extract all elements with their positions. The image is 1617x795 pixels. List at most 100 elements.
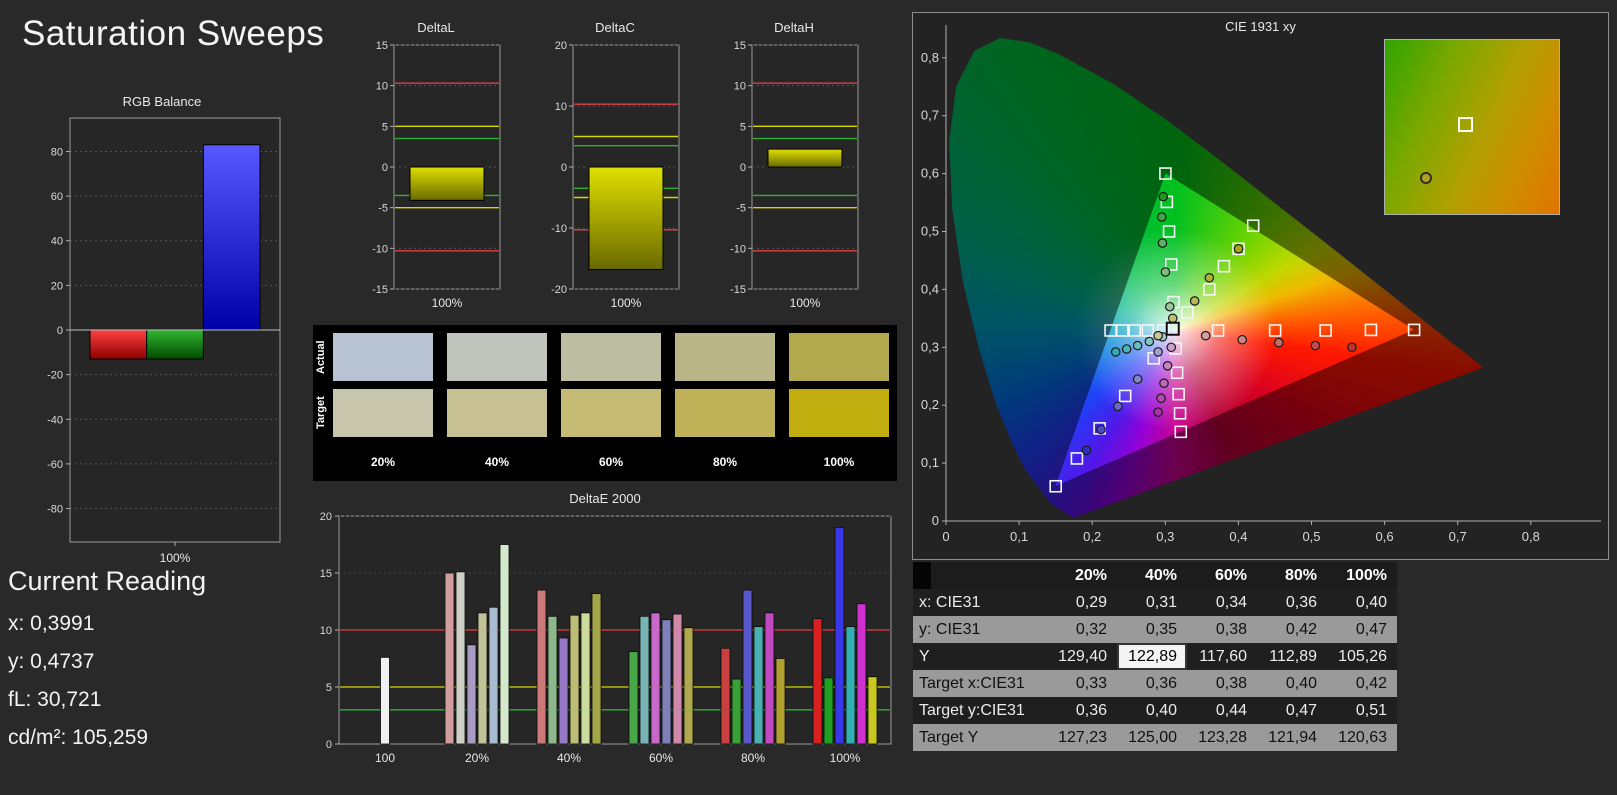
measured-point <box>1153 407 1163 417</box>
table-cell[interactable]: 0,36 <box>1117 670 1187 697</box>
table-cell[interactable]: 0,35 <box>1117 616 1187 643</box>
table-cell[interactable]: 0,40 <box>1117 697 1187 724</box>
deltae-bar <box>856 603 867 745</box>
tick-label: -10 <box>551 223 567 235</box>
tick-label: 80% <box>741 751 765 765</box>
target-square <box>1174 425 1188 439</box>
deltae-bar <box>499 544 510 745</box>
table-cell[interactable]: 0,40 <box>1257 670 1327 697</box>
table-cell[interactable]: 0,29 <box>1047 589 1117 616</box>
tick-label: 0,5 <box>1302 529 1320 544</box>
reading-y: y: 0,4737 <box>8 650 95 673</box>
tick-label: -5 <box>736 203 746 215</box>
tick-label: 0 <box>561 162 567 174</box>
target-square <box>1181 306 1194 319</box>
swatch-actual-40% <box>447 333 547 381</box>
measured-point <box>1121 344 1132 354</box>
table-cell-selected[interactable]: 122,89 <box>1117 643 1187 670</box>
table-cell[interactable]: 0,38 <box>1187 616 1257 643</box>
tick-label: 100% <box>432 296 463 310</box>
target-square <box>1070 452 1084 465</box>
deltae-bar <box>569 614 580 745</box>
swatch-actual-80% <box>675 333 775 381</box>
deltae-bar <box>547 615 558 745</box>
deltae-bar <box>661 619 672 745</box>
tick-label: 100 <box>375 751 395 765</box>
table-cell[interactable]: 0,33 <box>1047 670 1117 697</box>
swatch-actual-60% <box>561 333 661 381</box>
target-square <box>1141 324 1155 337</box>
tick-label: -15 <box>372 284 388 296</box>
table-cell[interactable]: 112,89 <box>1257 643 1327 670</box>
table-cell[interactable]: 120,63 <box>1327 724 1397 751</box>
table-row-label: Y <box>913 643 1047 670</box>
table-cell[interactable]: 123,28 <box>1187 724 1257 751</box>
table-cell[interactable]: 121,94 <box>1257 724 1327 751</box>
tick-label: 0,6 <box>921 166 939 181</box>
table-cell[interactable]: 0,47 <box>1327 616 1397 643</box>
tick-label: 10 <box>555 101 567 113</box>
tick-label: 0,3 <box>1156 529 1174 544</box>
table-cell[interactable]: 0,51 <box>1327 697 1397 724</box>
swatch-col-label: 20% <box>370 455 396 469</box>
target-square <box>1172 387 1185 401</box>
table-cell[interactable]: 129,40 <box>1047 643 1117 670</box>
tick-label: 10 <box>376 81 388 93</box>
table-cell[interactable]: 0,42 <box>1327 670 1397 697</box>
inset-measured-dot <box>1419 172 1432 185</box>
target-square <box>1246 219 1260 232</box>
measured-point <box>1233 244 1244 254</box>
deltac-chart: DeltaC 20 10 0 -10 -20 100% <box>545 20 685 320</box>
deltae-bar <box>775 658 786 745</box>
measured-point <box>1110 347 1121 357</box>
tick-label: 100% <box>611 296 642 310</box>
reading-x: x: 0,3991 <box>8 612 95 635</box>
measured-point <box>1160 267 1171 277</box>
table-cell[interactable]: 0,47 <box>1257 697 1327 724</box>
tick-label: 40% <box>557 751 581 765</box>
table-cell[interactable]: 0,34 <box>1187 589 1257 616</box>
table-corner <box>913 562 1047 589</box>
measured-point <box>1347 342 1357 353</box>
tick-label: 5 <box>740 121 746 133</box>
table-cell[interactable]: 0,40 <box>1327 589 1397 616</box>
table-cell[interactable]: 117,60 <box>1187 643 1257 670</box>
swatch-target-100% <box>789 389 889 437</box>
table-cell[interactable]: 0,38 <box>1187 670 1257 697</box>
table-cell[interactable]: 0,36 <box>1257 589 1327 616</box>
measured-point <box>1237 334 1248 345</box>
table-cell[interactable]: 0,31 <box>1117 589 1187 616</box>
table-cell[interactable]: 125,00 <box>1117 724 1187 751</box>
tick-label: 0,7 <box>921 108 939 123</box>
tick-label: 0,8 <box>921 50 939 65</box>
rgb-bar-blue <box>202 144 261 331</box>
table-cell[interactable]: 127,23 <box>1047 724 1117 751</box>
measured-point <box>1096 424 1106 435</box>
deltae-bar <box>812 618 823 745</box>
table-cell[interactable]: 105,26 <box>1327 643 1397 670</box>
table-header-cell: 60% <box>1187 562 1257 589</box>
table-cell[interactable]: 0,36 <box>1047 697 1117 724</box>
deltac-title: DeltaC <box>595 20 635 35</box>
table-cell[interactable]: 0,42 <box>1257 616 1327 643</box>
deltae-bar <box>823 677 834 745</box>
tick-label: 60 <box>51 191 63 203</box>
table-cell[interactable]: 0,44 <box>1187 697 1257 724</box>
tick-label: 20% <box>465 751 489 765</box>
table-cell[interactable]: 0,32 <box>1047 616 1117 643</box>
deltae-bar <box>834 526 845 745</box>
swatch-col-label: 100% <box>823 455 855 469</box>
tick-label: 5 <box>326 682 332 694</box>
target-square <box>1211 324 1225 337</box>
deltae-bar <box>867 676 878 745</box>
tick-label: 10 <box>734 81 746 93</box>
target-square <box>1364 323 1378 337</box>
table-header-cell: 20% <box>1047 562 1117 589</box>
tick-label: 0,4 <box>1229 529 1247 544</box>
deltae-bar <box>558 637 569 745</box>
tick-label: 0,4 <box>921 281 939 296</box>
tick-label: 0,1 <box>1010 529 1028 544</box>
measured-point <box>1204 272 1215 283</box>
rgb-balance-title: RGB Balance <box>122 94 202 109</box>
inset-target-square <box>1458 116 1474 132</box>
